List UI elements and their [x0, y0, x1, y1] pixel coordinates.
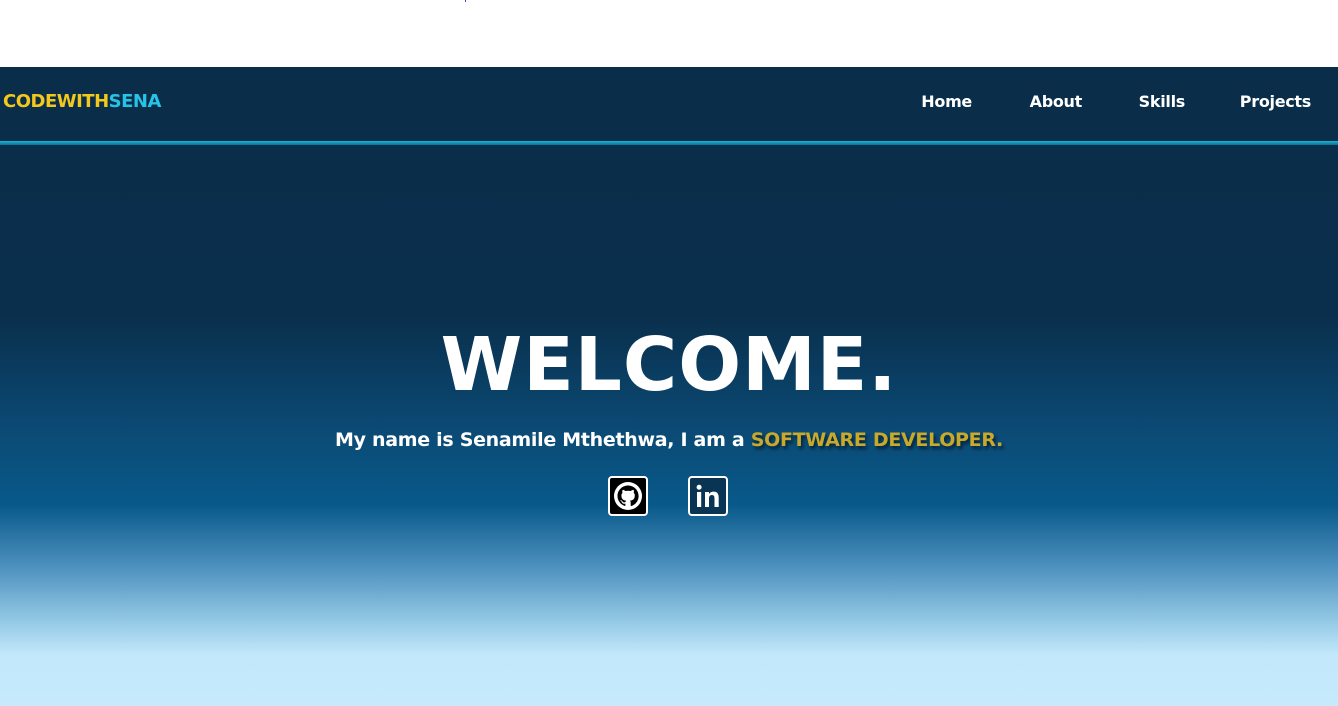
github-icon: [614, 482, 642, 510]
hero-tagline: My name is Senamile Mthethwa, I am a SOF…: [0, 427, 1338, 453]
top-blank-area: [0, 0, 1338, 67]
hero-role: SOFTWARE DEVELOPER.: [750, 429, 1004, 451]
navbar: CODEWITHSENA Home About Skills Projects: [0, 67, 1338, 142]
hero-section: WELCOME. My name is Senamile Mthethwa, I…: [0, 145, 1338, 706]
hero-title: WELCOME.: [440, 322, 898, 408]
brand-part-2: SENA: [108, 91, 162, 112]
linkedin-icon: [696, 484, 719, 507]
hero-intro: My name is Senamile Mthethwa, I am a: [335, 429, 751, 451]
nav-about[interactable]: About: [1030, 92, 1083, 111]
nav-projects[interactable]: Projects: [1240, 92, 1312, 111]
github-link[interactable]: [608, 476, 648, 516]
nav-skills[interactable]: Skills: [1139, 92, 1186, 111]
nav-home[interactable]: Home: [921, 92, 972, 111]
brand-logo[interactable]: CODEWITHSENA: [3, 91, 161, 112]
brand-part-1: CODEWITH: [3, 91, 109, 112]
linkedin-link[interactable]: [688, 476, 728, 516]
stray-dot: [465, 0, 466, 2]
